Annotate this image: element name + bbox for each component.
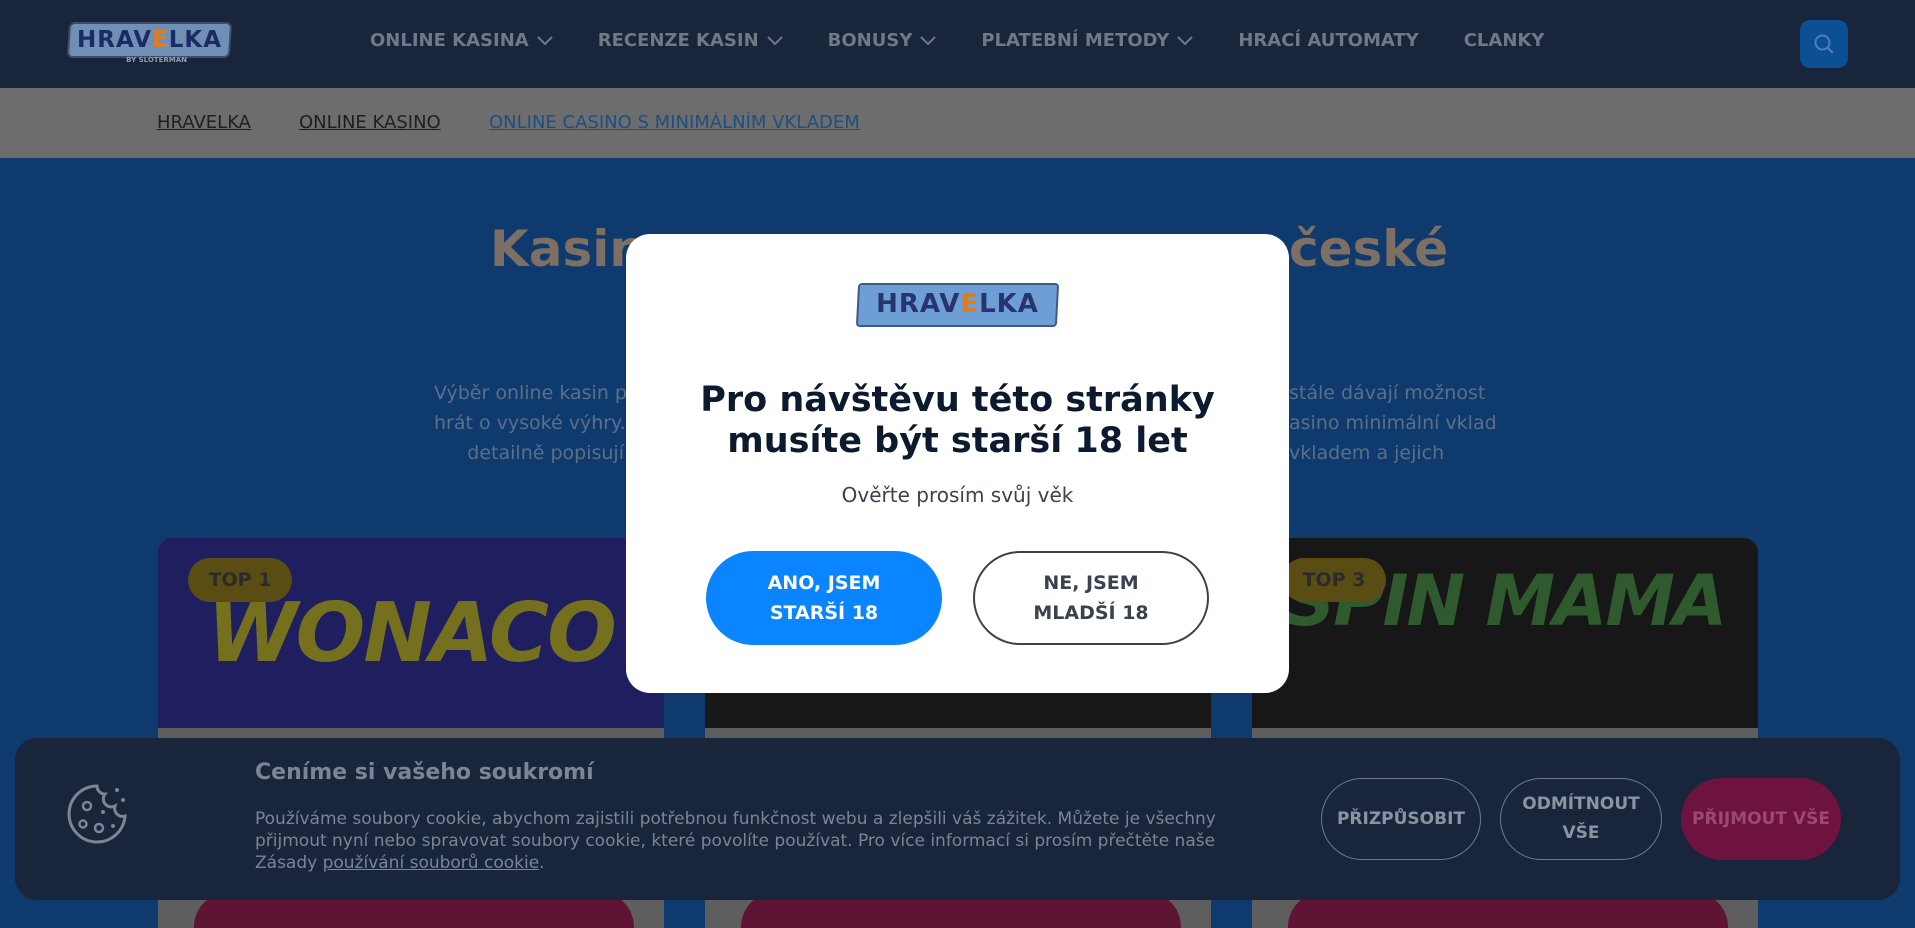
intro-text-right: stále dávají možnost asino minimální vkl… [1289,378,1497,468]
button-label: STARŠÍ 18 [769,602,879,624]
button-label: VŠE [1562,823,1600,843]
accept-all-button[interactable]: PŘIJMOUT VŠE [1681,778,1841,860]
intro-text-left: Výběr online kasin p hrát o vysoké výhry… [434,378,627,468]
page-title-right: české [1289,220,1449,278]
button-label: NE, JSEM [1043,572,1139,594]
intro-line: hrát o vysoké výhry. [434,412,626,434]
cookie-description: Používáme soubory cookie, abychom zajist… [255,808,1255,874]
deny-age-button[interactable]: NE, JSEM MLADŠÍ 18 [973,551,1209,645]
cookie-consent-banner: Ceníme si vašeho soukromí Používáme soub… [15,738,1900,900]
chevron-down-icon [920,35,937,45]
modal-subtitle: Ověřte prosím svůj věk [841,483,1074,507]
nav-item-bonusy[interactable]: BONUSY [828,30,937,51]
intro-line: vkladem a jejich [1289,442,1445,464]
modal-title-line: Pro návštěvu této stránky [700,380,1215,420]
modal-logo: HRAVELKA [855,283,1060,327]
rank-badge: TOP 1 [188,558,292,602]
breadcrumb-current[interactable]: ONLINE CASINO S MINIMÁLNÍM VKLADEM [489,112,860,133]
button-label: PŘIZPŮSOBIT [1336,808,1466,829]
rank-badge: TOP 3 [1282,558,1386,602]
customize-cookies-button[interactable]: PŘIZPŮSOBIT [1321,778,1481,860]
modal-title-line: musíte být starší 18 let [727,421,1188,461]
logo-wordmark: HRAVELKA [876,289,1039,319]
breadcrumb: HRAVELKA ONLINE KASINO ONLINE CASINO S M… [0,88,1915,158]
cookie-text-end: . [539,853,545,873]
nav-item-platebni-metody[interactable]: PLATEBNÍ METODY [981,30,1194,51]
breadcrumb-link-hravelka[interactable]: HRAVELKA [157,112,251,133]
breadcrumb-link-online-kasino[interactable]: ONLINE KASINO [299,112,441,133]
search-button[interactable] [1800,20,1848,68]
button-label: ANO, JSEM [767,572,881,594]
search-icon [1814,34,1834,54]
site-header: HRAVELKA BY SLOTERMAN ONLINE KASINA RECE… [0,0,1915,88]
button-label: PŘIJMOUT VŠE [1692,808,1830,829]
logo-wordmark: HRAVELKA [77,27,222,53]
logo-byline: BY SLOTERMAN [126,56,187,64]
cookie-policy-link[interactable]: používání souborů cookie [323,853,540,873]
cookie-icon [67,784,127,844]
confirm-age-button[interactable]: ANO, JSEM STARŠÍ 18 [706,551,942,645]
nav-item-hraci-automaty[interactable]: HRACÍ AUTOMATY [1238,30,1418,51]
nav-item-recenze-kasin[interactable]: RECENZE KASIN [598,30,783,51]
main-nav: ONLINE KASINA RECENZE KASIN BONUSY PLATE… [370,30,1589,51]
button-label: ODMÍTNOUT [1522,794,1640,814]
chevron-down-icon [1177,35,1194,45]
intro-line: Výběr online kasin p [434,382,627,404]
chevron-down-icon [536,35,553,45]
cookie-title: Ceníme si vašeho soukromí [255,760,594,785]
nav-item-clanky[interactable]: CLANKY [1464,30,1545,51]
intro-line: asino minimální vklad [1289,412,1497,434]
site-logo[interactable]: HRAVELKA BY SLOTERMAN [66,22,233,64]
intro-line: detailně popisují [467,442,624,464]
chevron-down-icon [766,35,783,45]
modal-title: Pro návštěvu této stránky musíte být sta… [626,380,1289,462]
reject-all-button[interactable]: ODMÍTNOUT VŠE [1500,778,1662,860]
nav-item-online-kasina[interactable]: ONLINE KASINA [370,30,553,51]
intro-line: stále dávají možnost [1289,382,1486,404]
button-label: MLADŠÍ 18 [1033,602,1149,624]
age-verification-modal: HRAVELKA Pro návštěvu této stránky musít… [626,234,1289,693]
